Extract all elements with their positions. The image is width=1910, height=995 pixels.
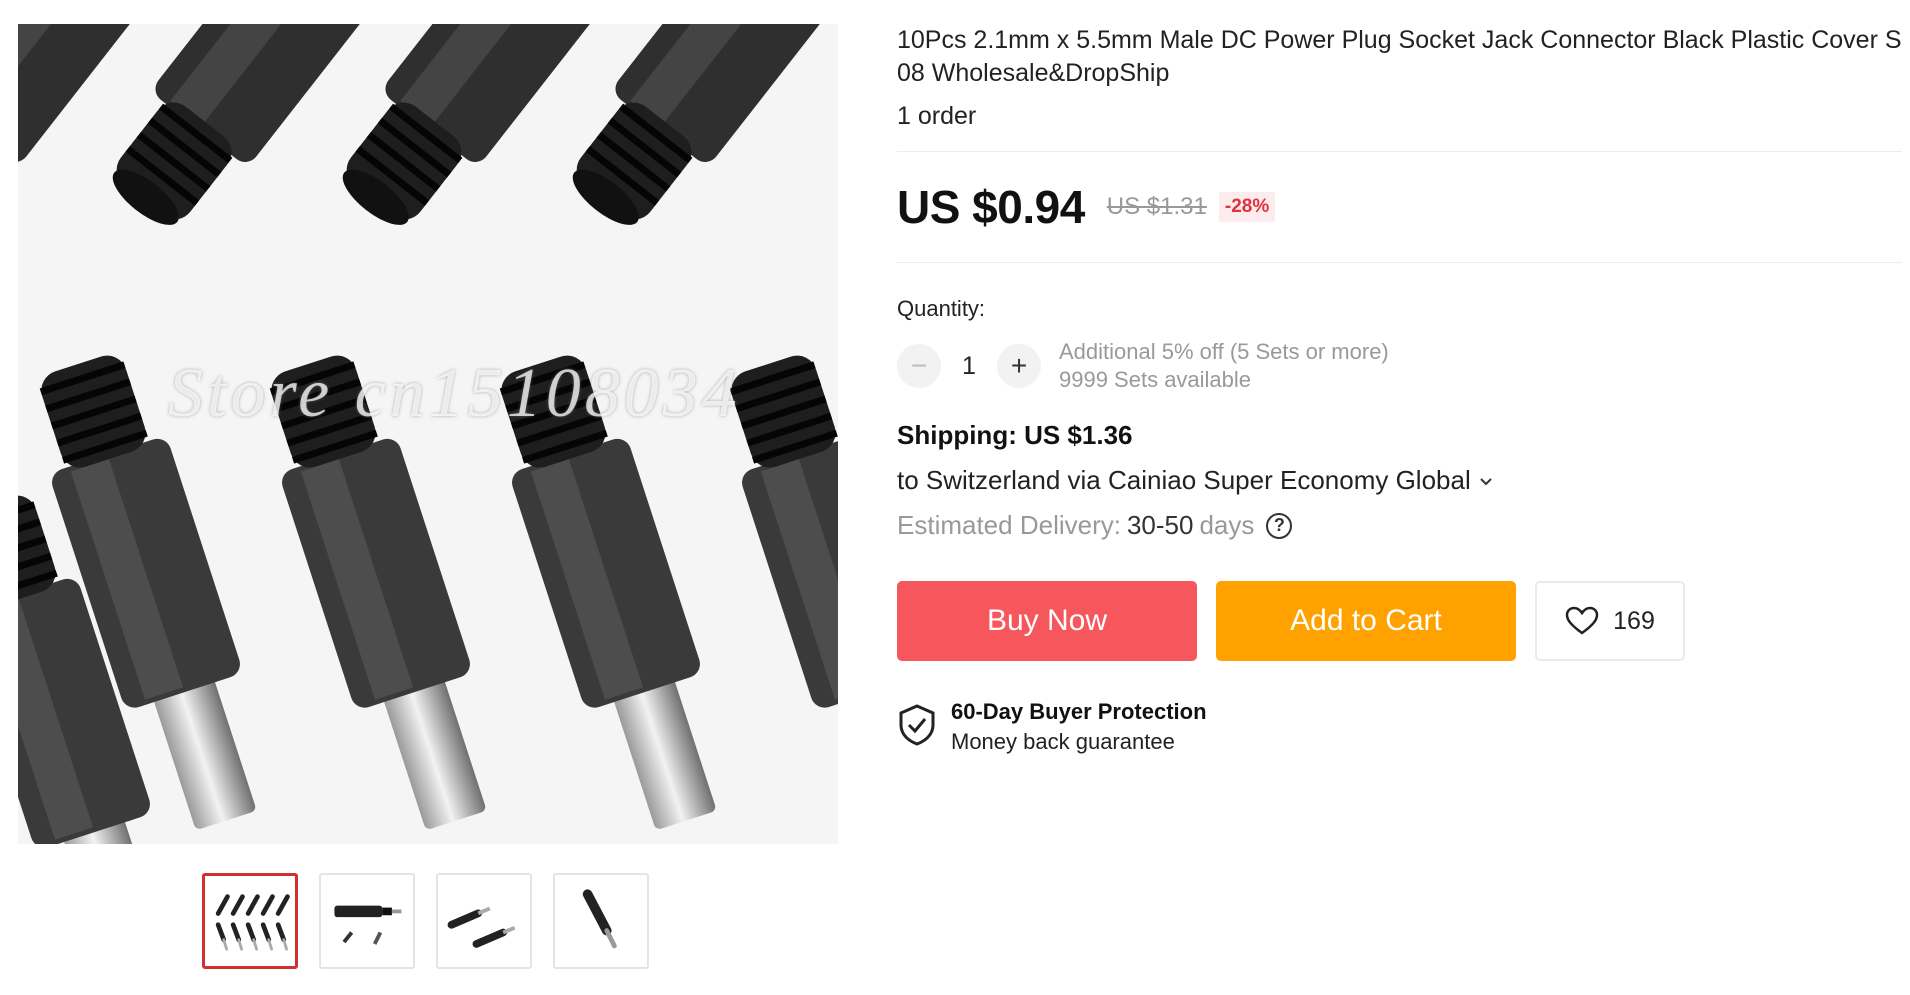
quantity-stepper: − 1 + Additional 5% off (5 Sets or more)… (897, 338, 1897, 394)
delivery-label: Estimated Delivery: (897, 510, 1121, 540)
estimated-delivery: Estimated Delivery: 30-50 days ? (897, 510, 1897, 541)
quantity-decrease-button[interactable]: − (897, 344, 941, 388)
plug-image-art (18, 24, 838, 844)
buyer-protection: 60-Day Buyer Protection Money back guara… (897, 699, 1897, 755)
delivery-range: 30-50 (1126, 510, 1194, 540)
quantity-notes: Additional 5% off (5 Sets or more) 9999 … (1059, 338, 1389, 394)
thumb-many-plugs-icon (205, 876, 295, 966)
discount-badge: -28% (1218, 192, 1276, 222)
divider (897, 262, 1902, 263)
thumb-two-plugs-icon (438, 875, 530, 967)
quantity-label: Quantity: (897, 296, 986, 321)
main-product-image[interactable]: Store cn15108034 (18, 24, 838, 844)
help-icon[interactable]: ? (1266, 512, 1293, 539)
current-price: US $0.94 (897, 181, 1085, 233)
buy-now-button[interactable]: Buy Now (897, 581, 1197, 661)
delivery-unit: days (1199, 510, 1255, 540)
buyer-protection-subtitle: Money back guarantee (951, 729, 1175, 754)
order-count: 1 order (897, 102, 977, 130)
quantity-value[interactable]: 1 (941, 352, 997, 381)
quantity-increase-button[interactable]: + (997, 344, 1041, 388)
shipping-method-selector[interactable]: to Switzerland via Cainiao Super Economy… (897, 465, 1897, 496)
product-title-line-2: 08 Wholesale&DropShip (897, 59, 1170, 87)
wishlist-count: 169 (1613, 606, 1655, 635)
wishlist-button[interactable]: 169 (1535, 581, 1685, 661)
thumbnail-4[interactable] (553, 873, 649, 969)
buyer-protection-title: 60-Day Buyer Protection (951, 699, 1207, 724)
bulk-discount-note: Additional 5% off (5 Sets or more) (1059, 339, 1389, 364)
shield-check-icon (899, 704, 935, 746)
product-title-line-1: 10Pcs 2.1mm x 5.5mm Male DC Power Plug S… (897, 26, 1902, 54)
price-row: US $0.94 US $1.31 -28% (897, 152, 1897, 262)
thumbnail-1[interactable] (202, 873, 298, 969)
heart-icon (1565, 606, 1599, 635)
thumb-plug-with-parts-icon (321, 875, 413, 967)
shipping-route-text: to Switzerland via Cainiao Super Economy… (897, 465, 1471, 495)
product-info-panel: 10Pcs 2.1mm x 5.5mm Male DC Power Plug S… (897, 24, 1902, 755)
product-title: 10Pcs 2.1mm x 5.5mm Male DC Power Plug S… (897, 24, 1910, 90)
original-price: US $1.31 (1106, 193, 1207, 220)
buyer-protection-text: 60-Day Buyer Protection Money back guara… (951, 699, 1207, 755)
thumbnail-3[interactable] (436, 873, 532, 969)
add-to-cart-button[interactable]: Add to Cart (1216, 581, 1516, 661)
purchase-actions: Buy Now Add to Cart 169 (897, 581, 1897, 661)
stock-available-note: 9999 Sets available (1059, 367, 1252, 392)
chevron-down-icon (1479, 471, 1493, 492)
thumbnail-2[interactable] (319, 873, 415, 969)
thumb-single-plug-icon (555, 875, 647, 967)
thumbnail-strip (202, 873, 649, 969)
shipping-cost: Shipping: US $1.36 (897, 420, 1133, 450)
